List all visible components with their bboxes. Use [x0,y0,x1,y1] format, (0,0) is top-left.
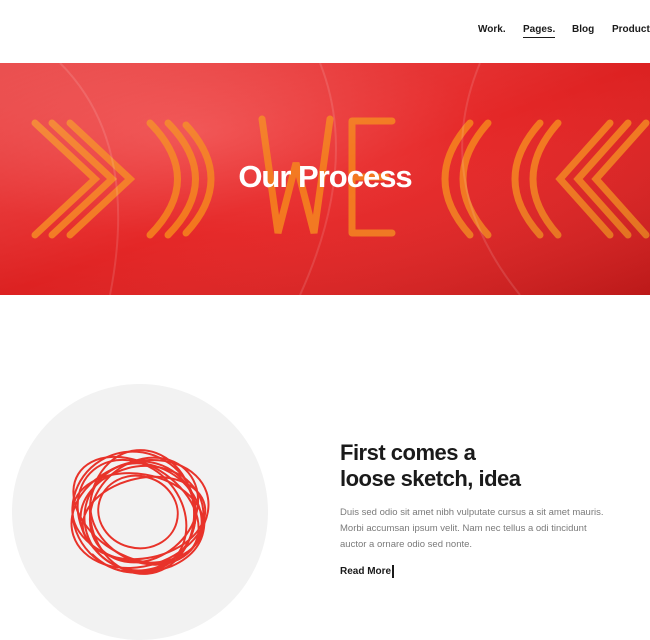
read-more-cursor-bar [392,565,394,578]
step-title-line2: loose sketch, idea [340,466,521,491]
step-description: Duis sed odio sit amet nibh vulputate cu… [340,507,604,550]
nav-item-work[interactable]: Work. [478,24,506,35]
read-more-link[interactable]: Read More [340,566,391,577]
site-header: Work. Pages. Blog Products [0,0,650,63]
sketch-illustration [12,384,268,640]
nav-item-pages[interactable]: Pages. [523,24,556,38]
scribble-icon [70,449,210,575]
hero-banner: Our Process [0,63,650,295]
nav-item-products[interactable]: Products [612,24,650,35]
step-title: First comes a loose sketch, idea [340,440,610,492]
nav-item-blog[interactable]: Blog [572,24,594,35]
step-title-line1: First comes a [340,440,476,465]
page-title: Our Process [238,159,412,194]
